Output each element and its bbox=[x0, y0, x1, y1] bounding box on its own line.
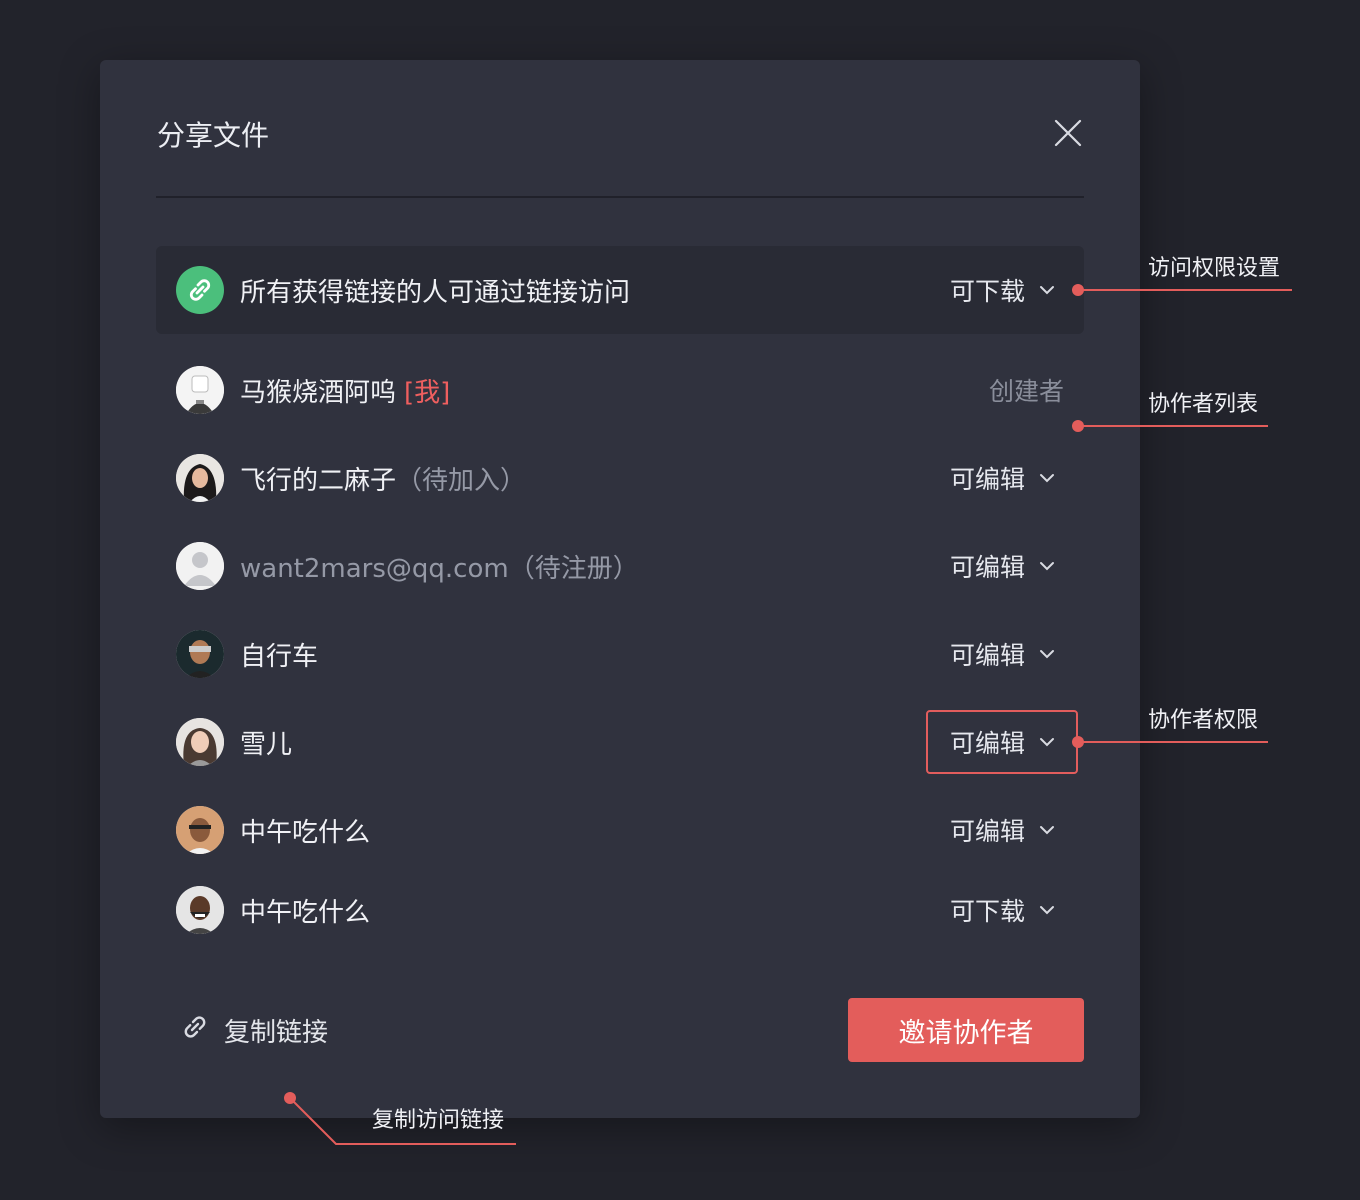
member-permission-dropdown[interactable]: 可编辑 bbox=[926, 622, 1078, 686]
member-permission-dropdown[interactable]: 可下载 bbox=[926, 878, 1078, 942]
member-row: 雪儿 可编辑 bbox=[156, 702, 1084, 782]
member-permission-dropdown[interactable]: 可编辑 bbox=[926, 710, 1078, 774]
annotation-dot bbox=[1072, 420, 1084, 432]
annotation-line bbox=[1078, 289, 1292, 291]
close-icon[interactable] bbox=[1050, 115, 1086, 151]
avatar bbox=[176, 542, 224, 590]
member-name: 中午吃什么 bbox=[240, 818, 371, 848]
member-name: 雪儿 bbox=[240, 730, 293, 760]
member-name-text: 马猴烧酒阿呜 bbox=[240, 378, 397, 408]
member-name: 中午吃什么 bbox=[240, 898, 371, 928]
member-permission-dropdown[interactable]: 可编辑 bbox=[926, 534, 1078, 598]
member-row: 自行车 可编辑 bbox=[156, 614, 1084, 694]
annotation-access-settings: 访问权限设置 bbox=[1148, 256, 1281, 281]
link-access-text: 所有获得链接的人可通过链接访问 bbox=[240, 278, 631, 308]
me-tag: [我] bbox=[404, 378, 451, 408]
member-name: 飞行的二麻子（待加入） bbox=[240, 460, 526, 497]
annotation-line bbox=[284, 1092, 516, 1145]
chevron-down-icon bbox=[1039, 285, 1055, 295]
avatar bbox=[176, 886, 224, 934]
annotation-collaborator-permission: 协作者权限 bbox=[1148, 708, 1259, 733]
member-row: 马猴烧酒阿呜 [我] 创建者 bbox=[156, 350, 1084, 430]
link-icon bbox=[180, 1012, 224, 1049]
member-permission-label: 可编辑 bbox=[950, 641, 1026, 670]
avatar bbox=[176, 630, 224, 678]
avatar bbox=[176, 454, 224, 502]
title-divider bbox=[156, 196, 1084, 198]
member-permission-label: 可下载 bbox=[950, 897, 1026, 926]
annotation-collaborator-list: 协作者列表 bbox=[1148, 392, 1259, 417]
member-permission-dropdown[interactable]: 可编辑 bbox=[926, 798, 1078, 862]
chevron-down-icon bbox=[1039, 737, 1055, 747]
chevron-down-icon bbox=[1039, 825, 1055, 835]
invite-collaborator-button[interactable]: 邀请协作者 bbox=[848, 998, 1084, 1062]
member-permission-dropdown[interactable]: 可编辑 bbox=[926, 446, 1078, 510]
avatar bbox=[176, 806, 224, 854]
annotation-line bbox=[1078, 425, 1268, 427]
link-access-row: 所有获得链接的人可通过链接访问 可下载 bbox=[156, 246, 1084, 334]
member-name: want2mars@qq.com（待注册） bbox=[240, 554, 639, 584]
link-permission-label: 可下载 bbox=[950, 277, 1026, 306]
avatar bbox=[176, 718, 224, 766]
link-permission-dropdown[interactable]: 可下载 bbox=[926, 258, 1078, 322]
annotation-dot bbox=[1072, 736, 1084, 748]
link-icon bbox=[176, 266, 224, 314]
member-name: 自行车 bbox=[240, 642, 319, 672]
annotation-line bbox=[1078, 741, 1268, 743]
member-name-text: 飞行的二麻子 bbox=[240, 466, 397, 496]
creator-label: 创建者 bbox=[988, 377, 1064, 406]
chevron-down-icon bbox=[1039, 561, 1055, 571]
dialog-title: 分享文件 bbox=[157, 119, 270, 152]
avatar bbox=[176, 366, 224, 414]
chevron-down-icon bbox=[1039, 905, 1055, 915]
member-permission-label: 可编辑 bbox=[950, 465, 1026, 494]
member-permission-label: 可编辑 bbox=[950, 729, 1026, 758]
copy-link-label: 复制链接 bbox=[224, 1018, 329, 1048]
copy-link-button[interactable]: 复制链接 bbox=[180, 1012, 328, 1049]
member-row: 中午吃什么 可编辑 bbox=[156, 790, 1084, 870]
chevron-down-icon bbox=[1039, 473, 1055, 483]
member-status: （待加入） bbox=[396, 466, 527, 496]
member-row: 中午吃什么 可下载 bbox=[156, 870, 1084, 950]
member-row: want2mars@qq.com（待注册） 可编辑 bbox=[156, 526, 1084, 606]
member-row: 飞行的二麻子（待加入） 可编辑 bbox=[156, 438, 1084, 518]
chevron-down-icon bbox=[1039, 649, 1055, 659]
member-permission-label: 可编辑 bbox=[950, 817, 1026, 846]
annotation-dot bbox=[1072, 284, 1084, 296]
member-permission-label: 可编辑 bbox=[950, 553, 1026, 582]
share-dialog: 分享文件 所有获得链接的人可通过链接访问 可下载 马猴烧酒阿呜 [我] 创建者 … bbox=[100, 60, 1140, 1118]
member-name: 马猴烧酒阿呜 [我] bbox=[240, 372, 450, 409]
